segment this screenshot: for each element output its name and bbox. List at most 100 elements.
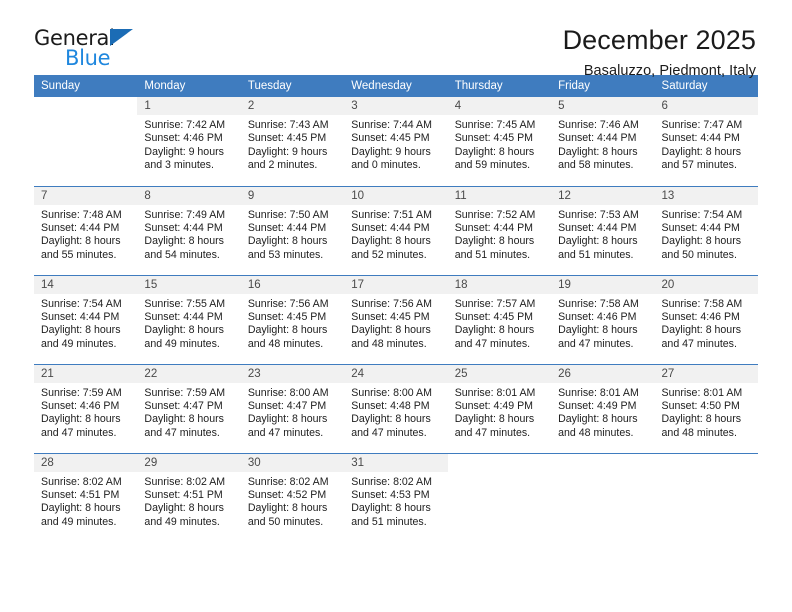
daylight-duration-line2: and 50 minutes. (247, 515, 324, 528)
calendar-day-cell[interactable]: 1 Sunrise: 7:42 AM Sunset: 4:46 PM Daylight… (137, 97, 241, 186)
calendar-day-cell[interactable]: 5 Sunrise: 7:46 AM Sunset: 4:44 PM Daylight… (551, 97, 655, 186)
daylight-duration-line2: and 49 minutes. (144, 337, 220, 350)
calendar-day-cell[interactable]: 31 Sunrise: 8:02 AM Sunset: 4:53 PM Dayligh… (344, 452, 448, 542)
sunrise-time: Sunrise: 7:51 AM (351, 208, 432, 221)
sunset-time: Sunset: 4:50 PM (661, 399, 740, 412)
daylight-duration-line1: Daylight: 8 hours (41, 502, 121, 515)
calendar-day-cell[interactable]: 27 Sunrise: 8:01 AM Sunset: 4:50 PM Dayligh… (654, 363, 758, 453)
sunrise-time: Sunrise: 7:50 AM (247, 208, 329, 221)
sunset-time: Sunset: 4:44 PM (558, 221, 637, 234)
calendar-day-cell[interactable]: 10 Sunrise: 7:51 AM Sunset: 4:44 PM Dayligh… (344, 185, 448, 275)
daylight-duration-line1: Daylight: 8 hours (247, 502, 328, 515)
sunset-time: Sunset: 4:46 PM (558, 310, 637, 323)
sunset-time: Sunset: 4:53 PM (351, 488, 430, 501)
day-details: Sunrise: 7:56 AM Sunset: 4:45 PM Daylight:… (344, 294, 447, 352)
day-number: 11 (447, 186, 552, 205)
day-number: 1 (137, 97, 241, 115)
day-details: Sunrise: 8:02 AM Sunset: 4:51 PM Daylight:… (137, 472, 240, 530)
calendar-day-cell[interactable]: 22 Sunrise: 7:59 AM Sunset: 4:47 PM Dayligh… (137, 363, 241, 453)
general-blue-logo[interactable]: General Blue (34, 26, 154, 74)
calendar-week-row: 21 Sunrise: 7:59 AM Sunset: 4:46 PM Dayligh… (34, 363, 758, 453)
calendar-day-cell[interactable]: 23 Sunrise: 8:00 AM Sunset: 4:47 PM Dayligh… (240, 363, 345, 453)
calendar-day-cell[interactable]: 13 Sunrise: 7:54 AM Sunset: 4:44 PM Dayligh… (654, 185, 758, 275)
daylight-duration-line2: and 47 minutes. (41, 426, 117, 439)
sunset-time: Sunset: 4:44 PM (41, 310, 120, 323)
sunset-time: Sunset: 4:44 PM (144, 310, 223, 323)
calendar-day-cell[interactable]: 15 Sunrise: 7:55 AM Sunset: 4:44 PM Dayligh… (137, 274, 241, 364)
day-number: 18 (447, 275, 552, 294)
calendar-day-cell[interactable]: 30 Sunrise: 8:02 AM Sunset: 4:52 PM Dayligh… (240, 452, 345, 542)
calendar-day-cell[interactable]: 7 Sunrise: 7:48 AM Sunset: 4:44 PM Daylight… (34, 185, 138, 275)
day-details: Sunrise: 7:56 AM Sunset: 4:45 PM Daylight:… (241, 294, 344, 352)
sunset-time: Sunset: 4:44 PM (41, 221, 120, 234)
daylight-duration-line1: Daylight: 8 hours (41, 413, 121, 426)
calendar-day-cell[interactable]: 16 Sunrise: 7:56 AM Sunset: 4:45 PM Dayligh… (240, 274, 345, 364)
day-number: 25 (447, 364, 552, 383)
calendar-day-cell[interactable]: 26 Sunrise: 8:01 AM Sunset: 4:49 PM Dayligh… (551, 363, 655, 453)
daylight-duration-line1: Daylight: 8 hours (41, 324, 121, 337)
day-number (447, 453, 552, 472)
daylight-duration-line1: Daylight: 8 hours (247, 324, 328, 337)
day-details: Sunrise: 8:00 AM Sunset: 4:47 PM Daylight:… (241, 383, 344, 441)
daylight-duration-line1: Daylight: 8 hours (454, 235, 535, 248)
calendar-page: General Blue December 2025 Basaluzzo, Pi… (0, 0, 792, 612)
day-number: 7 (34, 186, 138, 205)
sunrise-time: Sunrise: 7:53 AM (558, 208, 639, 221)
sunrise-time: Sunrise: 8:01 AM (454, 386, 536, 399)
calendar-day-cell[interactable]: 19 Sunrise: 7:58 AM Sunset: 4:46 PM Dayligh… (551, 274, 655, 364)
daylight-duration-line2: and 49 minutes. (41, 337, 117, 350)
calendar-day-cell[interactable]: 20 Sunrise: 7:58 AM Sunset: 4:46 PM Dayligh… (654, 274, 758, 364)
daylight-duration-line2: and 52 minutes. (351, 248, 427, 261)
day-number: 26 (551, 364, 655, 383)
calendar-day-cell[interactable]: 24 Sunrise: 8:00 AM Sunset: 4:48 PM Dayligh… (344, 363, 448, 453)
calendar-day-cell[interactable]: 29 Sunrise: 8:02 AM Sunset: 4:51 PM Dayligh… (137, 452, 241, 542)
calendar-day-cell[interactable]: 8 Sunrise: 7:49 AM Sunset: 4:44 PM Daylight… (137, 185, 241, 275)
sunrise-time: Sunrise: 7:58 AM (558, 297, 639, 310)
sunset-time: Sunset: 4:49 PM (558, 399, 637, 412)
calendar-day-cell[interactable]: 21 Sunrise: 7:59 AM Sunset: 4:46 PM Dayligh… (34, 363, 138, 453)
calendar-day-cell[interactable]: 4 Sunrise: 7:45 AM Sunset: 4:45 PM Daylight… (447, 97, 552, 186)
sunrise-time: Sunrise: 8:02 AM (351, 475, 432, 488)
weekday-header-monday: Monday (137, 75, 241, 97)
sunset-time: Sunset: 4:45 PM (454, 310, 534, 323)
calendar-day-cell[interactable]: 14 Sunrise: 7:54 AM Sunset: 4:44 PM Dayligh… (34, 274, 138, 364)
day-details: Sunrise: 7:44 AM Sunset: 4:45 PM Daylight:… (344, 115, 447, 173)
day-details: Sunrise: 7:42 AM Sunset: 4:46 PM Daylight:… (137, 115, 240, 173)
calendar-day-cell[interactable]: 11 Sunrise: 7:52 AM Sunset: 4:44 PM Dayligh… (447, 185, 552, 275)
daylight-duration-line1: Daylight: 8 hours (144, 235, 224, 248)
calendar-week-row: 14 Sunrise: 7:54 AM Sunset: 4:44 PM Dayligh… (34, 274, 758, 364)
sunrise-time: Sunrise: 7:43 AM (247, 119, 329, 131)
day-details: Sunrise: 8:00 AM Sunset: 4:48 PM Daylight:… (344, 383, 447, 441)
calendar-day-cell[interactable]: 28 Sunrise: 8:02 AM Sunset: 4:51 PM Dayligh… (34, 452, 138, 542)
sunrise-time: Sunrise: 7:46 AM (558, 119, 639, 131)
sunset-time: Sunset: 4:48 PM (351, 399, 430, 412)
calendar-day-cell[interactable]: 12 Sunrise: 7:53 AM Sunset: 4:44 PM Dayligh… (551, 185, 655, 275)
day-details: Sunrise: 7:45 AM Sunset: 4:45 PM Daylight:… (448, 115, 551, 173)
sunrise-time: Sunrise: 7:57 AM (454, 297, 536, 310)
calendar-day-cell[interactable]: 6 Sunrise: 7:47 AM Sunset: 4:44 PM Daylight… (654, 97, 758, 186)
day-details: Sunrise: 7:53 AM Sunset: 4:44 PM Daylight:… (551, 205, 654, 263)
calendar-day-cell[interactable]: 17 Sunrise: 7:56 AM Sunset: 4:45 PM Dayligh… (344, 274, 448, 364)
sunrise-time: Sunrise: 8:00 AM (247, 386, 329, 399)
day-number: 28 (34, 453, 138, 472)
calendar-day-cell-empty (551, 452, 655, 542)
daylight-duration-line2: and 47 minutes. (144, 426, 220, 439)
sunrise-time: Sunrise: 8:02 AM (247, 475, 329, 488)
calendar-day-cell[interactable]: 3 Sunrise: 7:44 AM Sunset: 4:45 PM Daylight… (344, 97, 448, 186)
day-number: 20 (654, 275, 758, 294)
day-details: Sunrise: 7:55 AM Sunset: 4:44 PM Daylight:… (137, 294, 240, 352)
calendar-day-cell[interactable]: 2 Sunrise: 7:43 AM Sunset: 4:45 PM Daylight… (240, 97, 345, 186)
day-number: 9 (240, 186, 345, 205)
daylight-duration-line2: and 50 minutes. (661, 248, 737, 261)
calendar-day-cell[interactable]: 9 Sunrise: 7:50 AM Sunset: 4:44 PM Daylight… (240, 185, 345, 275)
daylight-duration-line2: and 2 minutes. (247, 159, 318, 172)
day-number (551, 453, 655, 472)
day-details: Sunrise: 7:57 AM Sunset: 4:45 PM Daylight:… (448, 294, 551, 352)
calendar-day-cell[interactable]: 18 Sunrise: 7:57 AM Sunset: 4:45 PM Dayligh… (447, 274, 552, 364)
calendar-day-cell[interactable]: 25 Sunrise: 8:01 AM Sunset: 4:49 PM Dayligh… (447, 363, 552, 453)
daylight-duration-line2: and 48 minutes. (661, 426, 737, 439)
sunrise-time: Sunrise: 8:01 AM (558, 386, 639, 399)
day-number: 21 (34, 364, 138, 383)
daylight-duration-line2: and 53 minutes. (247, 248, 324, 261)
daylight-duration-line1: Daylight: 9 hours (351, 145, 431, 158)
